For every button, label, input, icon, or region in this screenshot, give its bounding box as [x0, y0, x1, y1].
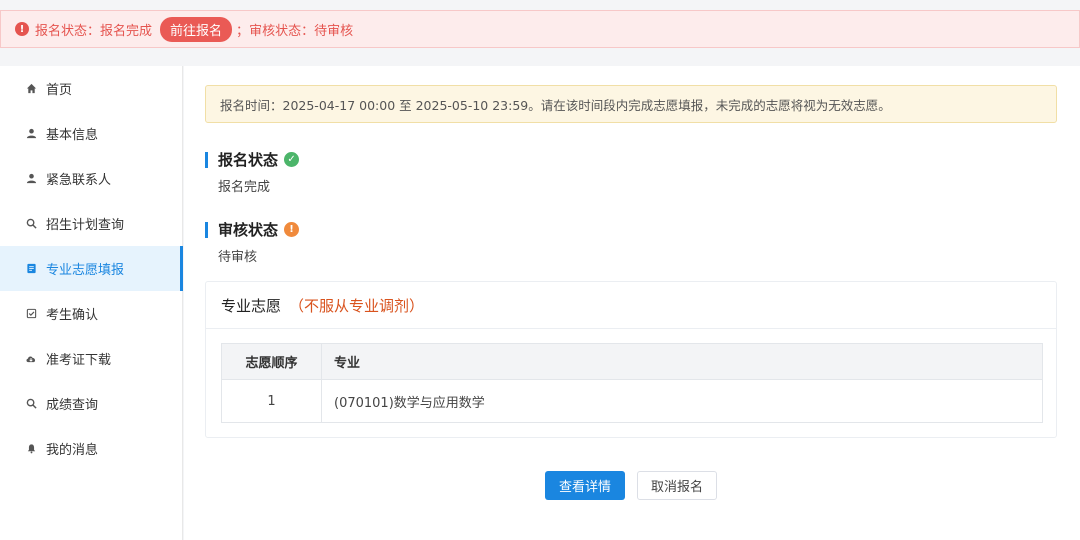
- home-icon: [24, 83, 38, 94]
- top-status-alert: ! 报名状态： 报名完成 前往报名 ； 审核状态： 待审核: [0, 10, 1080, 48]
- preference-table: 志愿顺序 专业 1 (070101)数学与应用数学: [221, 343, 1043, 423]
- sidebar-item-enrollment-plan[interactable]: 招生计划查询: [0, 201, 182, 246]
- alert-separator: ；: [236, 23, 250, 39]
- registration-status-text: 报名完成: [218, 180, 271, 195]
- column-header-major: 专业: [321, 343, 1043, 380]
- major-preference-card: 专业志愿 （不服从专业调剂） 志愿顺序 专业 1 (070101)数学与应用数学: [205, 281, 1057, 438]
- sidebar-item-label: 专业志愿填报: [46, 263, 125, 278]
- sidebar-item-candidate-confirm[interactable]: 考生确认: [0, 291, 182, 336]
- review-status-heading: 审核状态 !: [205, 219, 300, 240]
- table-header-row: 志愿顺序 专业: [221, 343, 1043, 380]
- preference-major-cell: (070101)数学与应用数学: [321, 379, 1043, 423]
- preference-order-cell: 1: [221, 379, 322, 423]
- error-icon: !: [15, 22, 29, 36]
- sidebar-item-label: 基本信息: [46, 128, 99, 143]
- registration-period-notice: 报名时间：2025-04-17 00:00 至 2025-05-10 23:59…: [205, 85, 1057, 123]
- registration-status-title: 报名状态: [218, 151, 279, 169]
- sidebar-item-major-preference[interactable]: 专业志愿填报: [0, 246, 183, 291]
- column-header-order: 志愿顺序: [221, 343, 322, 380]
- user-icon: [24, 128, 38, 139]
- sidebar-item-admission-ticket[interactable]: 准考证下载: [0, 336, 182, 381]
- view-details-button[interactable]: 查看详情: [545, 471, 625, 500]
- sidebar-item-label: 招生计划查询: [46, 218, 125, 233]
- registration-status-label: 报名状态：: [35, 23, 101, 39]
- registration-status-value: 报名完成: [100, 23, 153, 39]
- sidebar-item-label: 准考证下载: [46, 353, 112, 368]
- user-icon: [24, 173, 38, 184]
- sidebar-item-label: 考生确认: [46, 308, 99, 323]
- cancel-registration-button[interactable]: 取消报名: [637, 471, 717, 500]
- checkbox-icon: [24, 308, 38, 319]
- sidebar-item-emergency-contact[interactable]: 紧急联系人: [0, 156, 182, 201]
- sidebar-nav: 首页 基本信息 紧急联系人 招生计划查询 专业志愿填报 考生确认 准考证下载 成…: [0, 66, 183, 540]
- registration-status-heading: 报名状态 ✓: [205, 149, 300, 170]
- warning-circle-icon: !: [284, 222, 300, 237]
- search-icon: [24, 218, 38, 229]
- sidebar-item-home[interactable]: 首页: [0, 66, 182, 111]
- cloud-download-icon: [24, 353, 38, 364]
- search-icon: [24, 398, 38, 409]
- heading-accent-bar: [205, 151, 208, 168]
- main-content: 报名时间：2025-04-17 00:00 至 2025-05-10 23:59…: [184, 66, 1080, 540]
- sidebar-item-my-messages[interactable]: 我的消息: [0, 426, 182, 471]
- sidebar-item-label: 成绩查询: [46, 398, 99, 413]
- sidebar-item-label: 我的消息: [46, 443, 99, 458]
- goto-registration-button[interactable]: 前往报名: [160, 16, 233, 42]
- heading-accent-bar: [205, 221, 208, 238]
- adjustment-note: （不服从专业调剂）: [289, 296, 425, 315]
- sidebar-item-basic-info[interactable]: 基本信息: [0, 111, 182, 156]
- document-icon: [24, 263, 38, 274]
- review-status-label: 审核状态：: [249, 23, 315, 39]
- review-status-title: 审核状态: [218, 221, 279, 239]
- card-title: 专业志愿: [221, 296, 282, 315]
- sidebar-item-label: 首页: [46, 83, 73, 98]
- check-circle-icon: ✓: [284, 152, 300, 167]
- review-status-value: 待审核: [314, 23, 354, 39]
- sidebar-item-score-query[interactable]: 成绩查询: [0, 381, 182, 426]
- bell-icon: [24, 443, 38, 454]
- card-header: 专业志愿 （不服从专业调剂）: [206, 282, 1056, 329]
- sidebar-item-label: 紧急联系人: [46, 173, 112, 188]
- table-row: 1 (070101)数学与应用数学: [221, 379, 1043, 423]
- review-status-text: 待审核: [218, 250, 258, 265]
